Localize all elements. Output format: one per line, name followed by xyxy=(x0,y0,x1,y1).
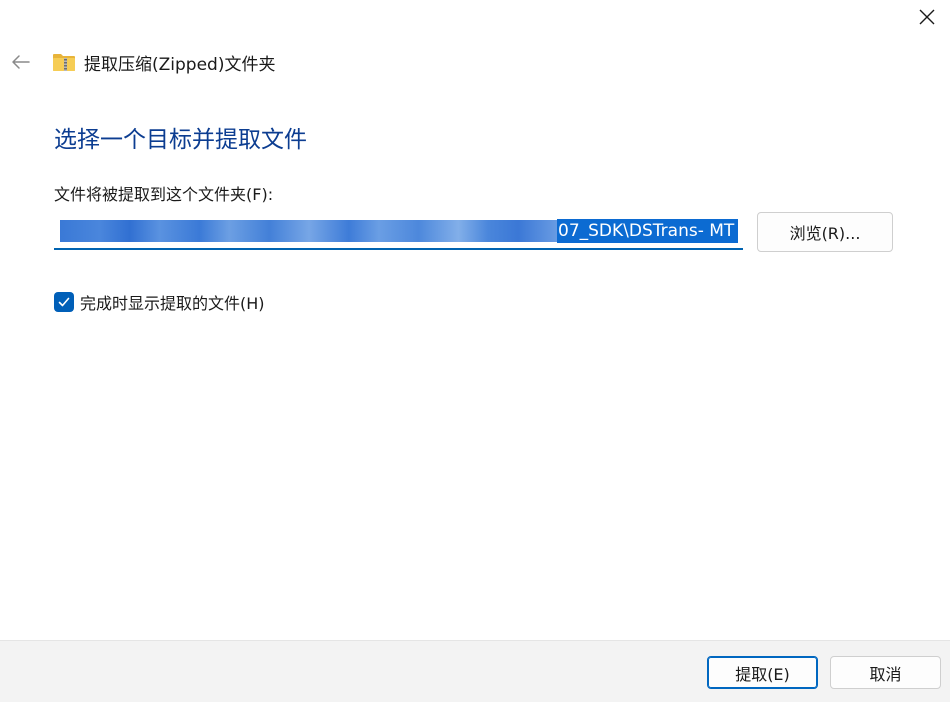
destination-path-text: 07_SDK\DSTrans- MT xyxy=(557,219,739,243)
close-icon xyxy=(919,9,935,25)
dialog-footer: 提取(E) 取消 xyxy=(0,640,950,702)
show-extracted-files-option[interactable]: 完成时显示提取的文件(H) xyxy=(54,290,265,314)
show-extracted-files-checkbox[interactable] xyxy=(54,292,74,312)
close-button[interactable] xyxy=(910,2,944,32)
back-button[interactable] xyxy=(6,48,34,76)
window-title-bar: 提取压缩(Zipped)文件夹 xyxy=(52,48,275,76)
window-title: 提取压缩(Zipped)文件夹 xyxy=(84,54,276,75)
show-extracted-files-label: 完成时显示提取的文件(H) xyxy=(80,294,265,313)
browse-button[interactable]: 浏览(R)... xyxy=(757,212,893,252)
destination-label: 文件将被提取到这个文件夹(F): xyxy=(54,185,274,204)
page-heading: 选择一个目标并提取文件 xyxy=(54,127,307,153)
redacted-path-segment xyxy=(60,220,558,242)
extract-button[interactable]: 提取(E) xyxy=(707,656,818,689)
checkmark-icon xyxy=(58,297,70,307)
destination-path-input[interactable]: 07_SDK\DSTrans- MT xyxy=(54,212,743,250)
zipped-folder-icon xyxy=(53,54,75,71)
extract-zipped-folder-dialog: 提取压缩(Zipped)文件夹 选择一个目标并提取文件 文件将被提取到这个文件夹… xyxy=(0,0,950,702)
cancel-button[interactable]: 取消 xyxy=(830,656,941,689)
back-arrow-icon xyxy=(12,55,30,69)
